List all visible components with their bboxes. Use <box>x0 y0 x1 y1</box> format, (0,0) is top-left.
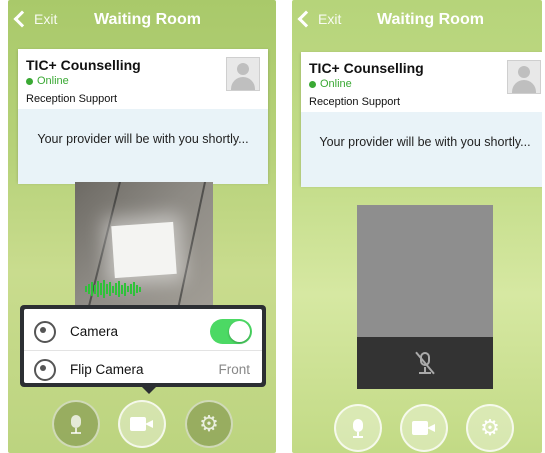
video-status-bar <box>357 337 493 389</box>
video-camera-icon <box>412 421 436 435</box>
chevron-left-icon <box>13 10 31 28</box>
flip-camera-label: Flip Camera <box>70 362 144 377</box>
camera-options-popover: Camera Flip Camera Front <box>20 305 266 387</box>
gear-icon: ⚙ <box>199 411 219 436</box>
camera-option-row[interactable]: Camera <box>24 313 262 350</box>
page-title: Waiting Room <box>94 11 201 28</box>
chevron-left-icon <box>297 10 315 28</box>
mic-muted-icon <box>413 351 437 375</box>
camera-switch-icon <box>34 320 56 343</box>
avatar <box>507 60 541 94</box>
avatar <box>226 57 260 91</box>
audio-level-icon <box>85 280 141 298</box>
status-badge: Online <box>26 75 69 87</box>
self-video-preview <box>75 182 213 310</box>
provider-header: TIC+ Counselling Online Reception Suppor… <box>18 49 268 109</box>
ceiling-light <box>111 221 177 279</box>
exit-button[interactable]: Exit <box>13 10 58 28</box>
exit-label: Exit <box>318 11 342 27</box>
online-dot-icon <box>26 77 33 85</box>
page-title: Waiting Room <box>377 11 484 28</box>
remote-video-area <box>357 205 493 389</box>
waiting-message: Your provider will be with you shortly..… <box>18 109 268 184</box>
provider-role: Reception Support <box>309 96 401 108</box>
status-text: Online <box>37 75 69 87</box>
video-button[interactable] <box>400 404 448 452</box>
waiting-room-screen-right: Exit Waiting Room TIC+ Counselling Onlin… <box>292 0 542 453</box>
camera-option-label: Camera <box>70 324 119 339</box>
provider-name: TIC+ Counselling <box>309 60 424 76</box>
waiting-message: Your provider will be with you shortly..… <box>301 112 542 187</box>
settings-button[interactable]: ⚙ <box>185 400 233 448</box>
mic-icon <box>353 419 363 438</box>
provider-card: TIC+ Counselling Online Reception Suppor… <box>301 52 542 187</box>
settings-button[interactable]: ⚙ <box>466 404 514 452</box>
status-text: Online <box>320 78 352 90</box>
provider-role: Reception Support <box>26 93 118 105</box>
flip-camera-icon <box>34 358 56 381</box>
top-bar: Exit Waiting Room <box>292 0 542 40</box>
camera-toggle[interactable] <box>210 319 252 344</box>
video-button[interactable] <box>118 400 166 448</box>
exit-label: Exit <box>34 11 58 27</box>
status-badge: Online <box>309 78 352 90</box>
provider-name: TIC+ Counselling <box>26 57 141 73</box>
provider-card: TIC+ Counselling Online Reception Suppor… <box>18 49 268 184</box>
top-bar: Exit Waiting Room <box>8 0 276 40</box>
exit-button[interactable]: Exit <box>297 10 342 28</box>
flip-camera-option-row[interactable]: Flip Camera Front <box>24 350 262 388</box>
microphone-button[interactable] <box>52 400 100 448</box>
mic-icon <box>71 415 81 434</box>
video-camera-icon <box>130 417 154 431</box>
waiting-room-screen-left: Exit Waiting Room TIC+ Counselling Onlin… <box>8 0 276 453</box>
flip-camera-value: Front <box>218 362 250 377</box>
popover-caret <box>141 386 157 394</box>
online-dot-icon <box>309 80 316 88</box>
provider-header: TIC+ Counselling Online Reception Suppor… <box>301 52 542 112</box>
gear-icon: ⚙ <box>480 415 500 440</box>
microphone-button[interactable] <box>334 404 382 452</box>
